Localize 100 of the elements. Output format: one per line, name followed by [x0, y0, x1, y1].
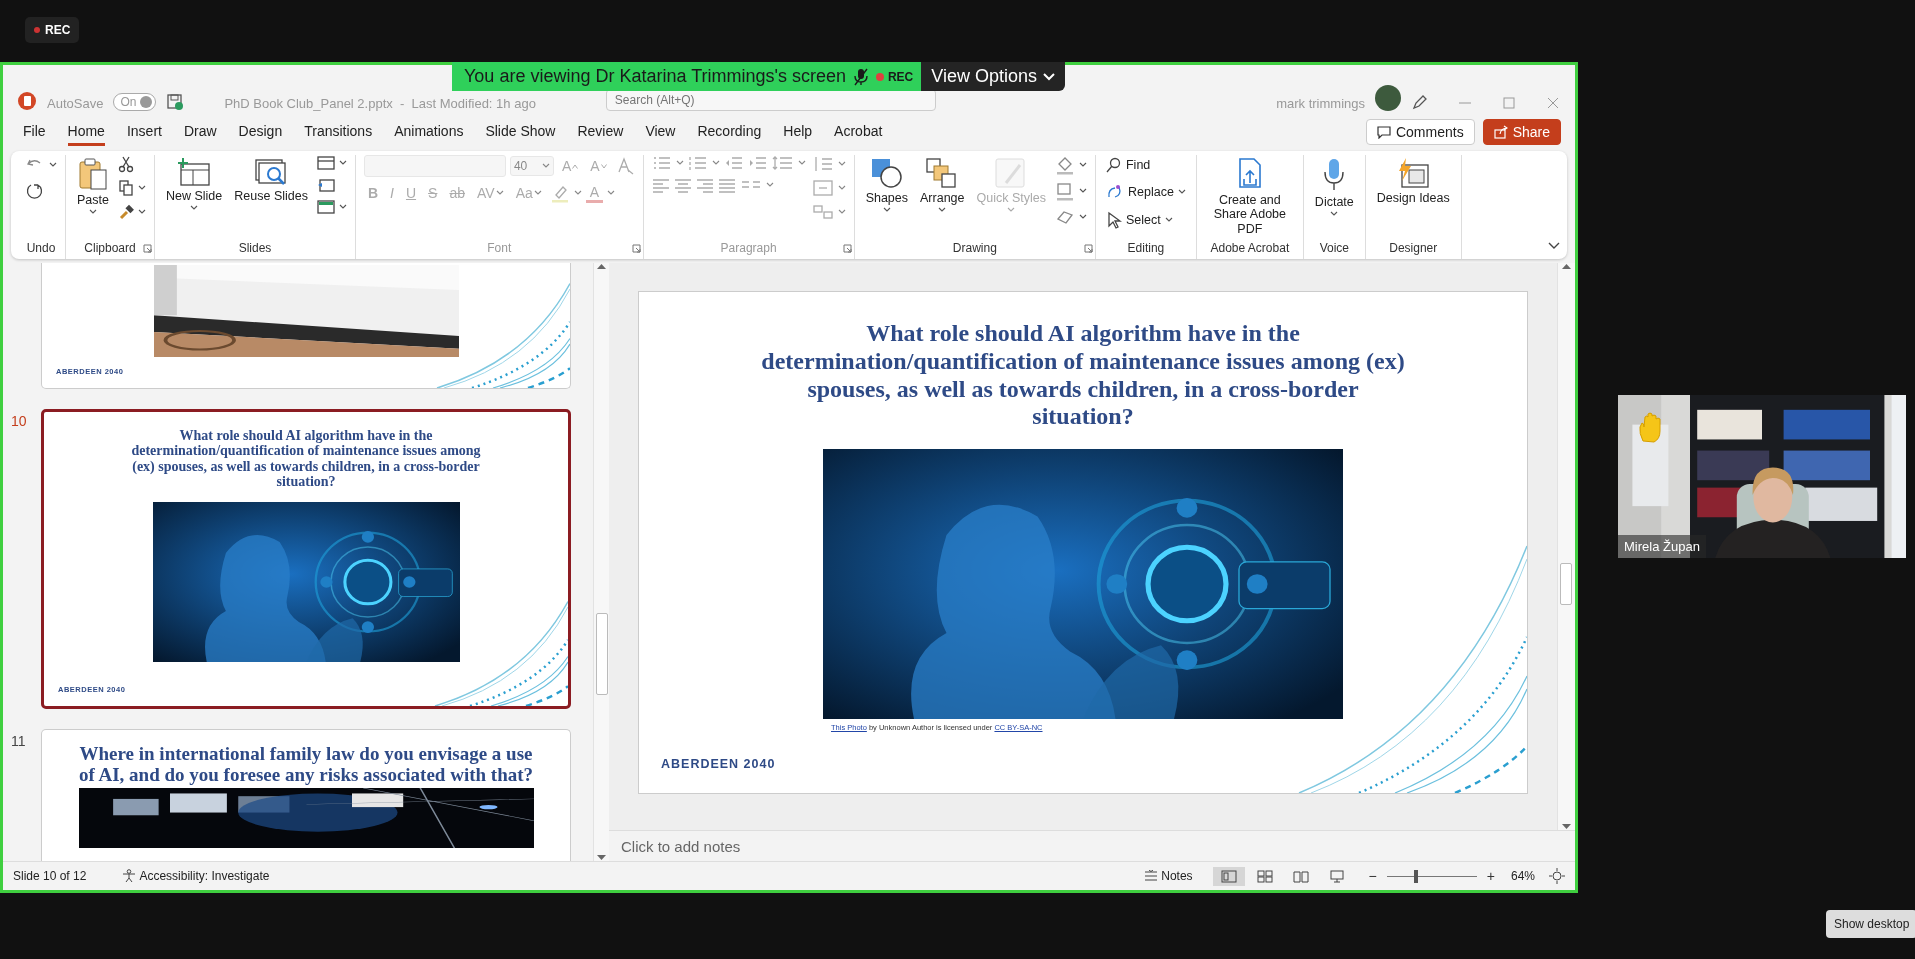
ribbon-tab[interactable]: View	[645, 118, 676, 146]
launcher-icon[interactable]	[1084, 244, 1093, 253]
slide-show-icon	[1328, 869, 1345, 883]
share-button[interactable]: Share	[1482, 119, 1561, 145]
search-field[interactable]: Search (Alt+Q)	[605, 89, 936, 111]
group-label: Adobe Acrobat	[1210, 240, 1290, 257]
ribbon-button[interactable]: Paste	[74, 155, 112, 218]
group-label: Editing	[1127, 240, 1165, 257]
brush-icon[interactable]	[118, 203, 134, 221]
scrollbar-thumb[interactable]	[596, 613, 608, 695]
caret-icon	[138, 185, 146, 191]
ribbon-button[interactable]: Reuse Slides	[231, 155, 311, 206]
caret-icon	[1177, 189, 1186, 195]
caret-icon	[338, 204, 347, 210]
ribbon-tab[interactable]: Insert	[126, 118, 162, 146]
scrollbar-thumb[interactable]	[1560, 563, 1572, 605]
launcher-icon[interactable]	[143, 244, 152, 253]
ribbon-tab[interactable]: Recording	[697, 118, 762, 146]
caret-icon	[1079, 162, 1087, 168]
caret-icon	[190, 205, 199, 212]
shapes-icon	[869, 157, 904, 189]
group-label: Drawing	[952, 240, 997, 257]
reuse-slides-icon	[254, 157, 289, 187]
normal-view-icon	[1220, 869, 1237, 883]
caret-icon	[938, 207, 947, 214]
clipboard-icon	[77, 157, 109, 191]
design-ideas-icon	[1396, 157, 1431, 189]
slider-thumb[interactable]	[1414, 869, 1419, 883]
slide-position: Slide 10 of 12	[13, 869, 87, 883]
group-label: Font	[487, 240, 512, 257]
view-button[interactable]	[1212, 866, 1245, 886]
fit-to-window-icon[interactable]	[1549, 868, 1565, 884]
ribbon-tab[interactable]: Help	[783, 118, 813, 146]
caret-icon	[1079, 214, 1087, 220]
caret-icon	[797, 160, 806, 166]
ribbon-tab[interactable]: File	[23, 118, 46, 146]
scissors-icon[interactable]	[118, 155, 134, 173]
ribbon-button[interactable]: Replace	[1104, 181, 1188, 203]
ribbon-button[interactable]: Find	[1104, 155, 1188, 175]
reset-icon[interactable]	[316, 177, 335, 193]
ribbon-button[interactable]: Arrange	[917, 155, 968, 216]
caret-icon	[1164, 217, 1173, 223]
comments-button[interactable]: Comments	[1365, 119, 1475, 145]
close-icon[interactable]	[1545, 95, 1561, 111]
caret-icon	[495, 190, 504, 196]
zoom-percentage: 64%	[1510, 869, 1535, 883]
ribbon-tab[interactable]: Home	[67, 118, 105, 146]
caret-icon	[1043, 72, 1055, 81]
caret-icon	[338, 160, 347, 166]
copy-icon[interactable]	[118, 179, 134, 197]
comment-icon	[1376, 125, 1391, 139]
ribbon-button[interactable]: Create and Share Adobe PDF	[1204, 155, 1295, 239]
ribbon-tab[interactable]: Draw	[183, 118, 217, 146]
collapse-ribbon-icon[interactable]	[1547, 241, 1561, 251]
caret-icon	[541, 163, 550, 169]
zoom-out-button[interactable]: −	[1366, 868, 1379, 884]
reading-view-icon	[1292, 869, 1309, 883]
share-icon	[1493, 125, 1508, 139]
group-label: Slides	[238, 240, 272, 257]
ribbon-button[interactable]: Shapes	[862, 155, 912, 216]
slide-title: What role should AI algorithm have in the determination/quantification of maintenance issues among (ex) spouses, as well as towards children, in a cross-border situation?	[130, 427, 482, 490]
caret-icon	[882, 207, 891, 214]
scroll-up-icon[interactable]	[597, 263, 606, 270]
view-options-button[interactable]: View Options	[921, 62, 1065, 91]
ribbon-button[interactable]: Select	[1104, 209, 1188, 231]
notes-icon	[1144, 870, 1159, 882]
slide-footer: ABERDEEN 2040	[661, 757, 1527, 771]
avatar[interactable]	[1375, 85, 1401, 111]
slide-number: 10	[11, 412, 28, 431]
section-icon[interactable]	[316, 199, 335, 215]
caret-icon	[573, 190, 582, 196]
app-icon	[17, 91, 37, 111]
slide-title: Where in international family law do you envisage a use of AI, and do you foresee any risks associated with that?	[77, 742, 535, 786]
ribbon-tab[interactable]: Slide Show	[485, 118, 556, 146]
ribbon-tab[interactable]: Transitions	[304, 118, 373, 146]
layout-icon[interactable]	[316, 155, 335, 171]
ribbon-tab[interactable]: Acrobat	[834, 118, 883, 146]
ribbon-button[interactable]: New Slide	[163, 155, 226, 214]
scroll-up-icon[interactable]	[1562, 263, 1571, 270]
ribbon-button[interactable]: Design Ideas	[1373, 155, 1453, 208]
show-desktop-button[interactable]: Show desktop	[1826, 910, 1915, 938]
slide-title: What role should AI algorithm have in the determination/quantification of maintenance issues among (ex) spouses, as well as towards children, in a cross-border situation?	[760, 319, 1406, 432]
slide-thumbnail[interactable]: Where in international family law do you envisage a use of AI, and do you foresee any risks associated with that?	[41, 729, 571, 861]
new-slide-icon	[177, 157, 212, 187]
ribbon-tab[interactable]: Design	[238, 118, 283, 146]
save-icon[interactable]	[166, 93, 185, 111]
caret-icon	[89, 209, 97, 216]
group-label: Undo	[26, 240, 56, 257]
recording-indicator: REC	[875, 69, 914, 84]
notes-button[interactable]: Notes	[1138, 867, 1199, 885]
ribbon-tab[interactable]: Animations	[394, 118, 464, 146]
zoom-in-button[interactable]: +	[1484, 868, 1497, 884]
accessibility-button[interactable]: Accessibility: Investigate	[116, 867, 276, 885]
redo-icon[interactable]	[25, 181, 45, 201]
slide-number: 11	[11, 732, 27, 751]
caret-icon	[837, 209, 846, 215]
caret-icon	[837, 161, 846, 167]
ribbon-button[interactable]: Dictate	[1311, 155, 1357, 220]
ribbon-tab[interactable]: Review	[577, 118, 624, 146]
participant-name: Mirela Župan	[1618, 535, 1706, 558]
